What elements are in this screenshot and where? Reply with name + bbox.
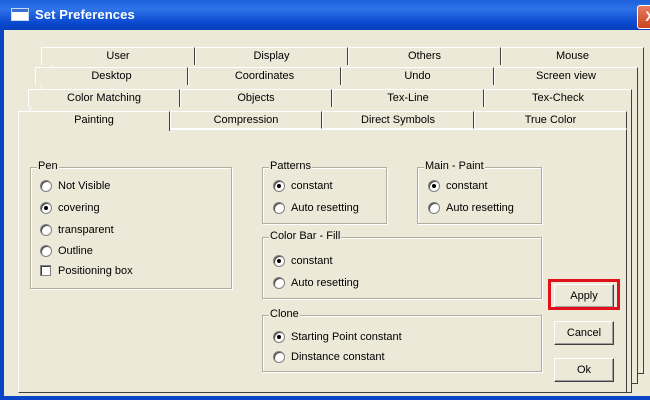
tab-tex-line[interactable]: Tex-Line [332, 89, 484, 107]
patterns-group: Patterns [262, 160, 387, 224]
window-bottom-border [0, 396, 650, 400]
radio-selected-icon [40, 202, 52, 214]
main-paint-group: Main - Paint [417, 160, 542, 224]
radio-label: constant [291, 255, 333, 267]
radio-selected-icon [273, 331, 285, 343]
tab-compression[interactable]: Compression [170, 111, 322, 129]
radio-icon [273, 277, 285, 289]
tab-undo[interactable]: Undo [341, 67, 494, 85]
radio-label: covering [58, 202, 100, 214]
radio-selected-icon [428, 180, 440, 192]
set-preferences-window: Set Preferences X User Display Others Mo… [0, 0, 650, 400]
apply-highlight-box [548, 279, 620, 310]
tab-others[interactable]: Others [348, 47, 501, 65]
tab-objects[interactable]: Objects [180, 89, 332, 107]
window-icon [11, 8, 29, 21]
title-bar[interactable]: Set Preferences X [0, 0, 650, 30]
radio-label: constant [446, 180, 488, 192]
color-bar-fill-legend: Color Bar - Fill [269, 230, 342, 242]
checkbox-icon [40, 265, 51, 276]
tab-display[interactable]: Display [195, 47, 348, 65]
pen-legend: Pen [37, 160, 59, 172]
radio-label: Dinstance constant [291, 351, 385, 363]
radio-icon [40, 224, 52, 236]
radio-icon [273, 202, 285, 214]
clone-legend: Clone [269, 308, 300, 320]
tab-coordinates[interactable]: Coordinates [188, 67, 341, 85]
radio-label: Auto resetting [446, 202, 514, 214]
radio-label: Not Visible [58, 180, 111, 192]
tab-tex-check[interactable]: Tex-Check [484, 89, 632, 107]
tab-screen-view[interactable]: Screen view [494, 67, 638, 85]
tab-desktop[interactable]: Desktop [35, 67, 188, 85]
tab-direct-symbols[interactable]: Direct Symbols [322, 111, 474, 129]
window-title: Set Preferences [35, 7, 135, 22]
radio-label: Outline [58, 245, 93, 257]
checkbox-label: Positioning box [58, 265, 133, 277]
radio-label: transparent [58, 224, 114, 236]
radio-label: Auto resetting [291, 277, 359, 289]
tab-true-color[interactable]: True Color [474, 111, 627, 129]
radio-selected-icon [273, 180, 285, 192]
patterns-legend: Patterns [269, 160, 312, 172]
tab-color-matching[interactable]: Color Matching [28, 89, 180, 107]
main-paint-legend: Main - Paint [424, 160, 485, 172]
radio-icon [40, 180, 52, 192]
radio-label: Starting Point constant [291, 331, 402, 343]
radio-icon [428, 202, 440, 214]
radio-label: constant [291, 180, 333, 192]
close-button[interactable]: X [637, 5, 650, 29]
radio-icon [273, 351, 285, 363]
cancel-button[interactable]: Cancel [554, 321, 614, 345]
radio-selected-icon [273, 255, 285, 267]
radio-icon [40, 245, 52, 257]
ok-button[interactable]: Ok [554, 358, 614, 382]
tab-painting[interactable]: Painting [18, 111, 170, 131]
tab-user[interactable]: User [41, 47, 195, 65]
radio-label: Auto resetting [291, 202, 359, 214]
tab-mouse[interactable]: Mouse [501, 47, 644, 65]
